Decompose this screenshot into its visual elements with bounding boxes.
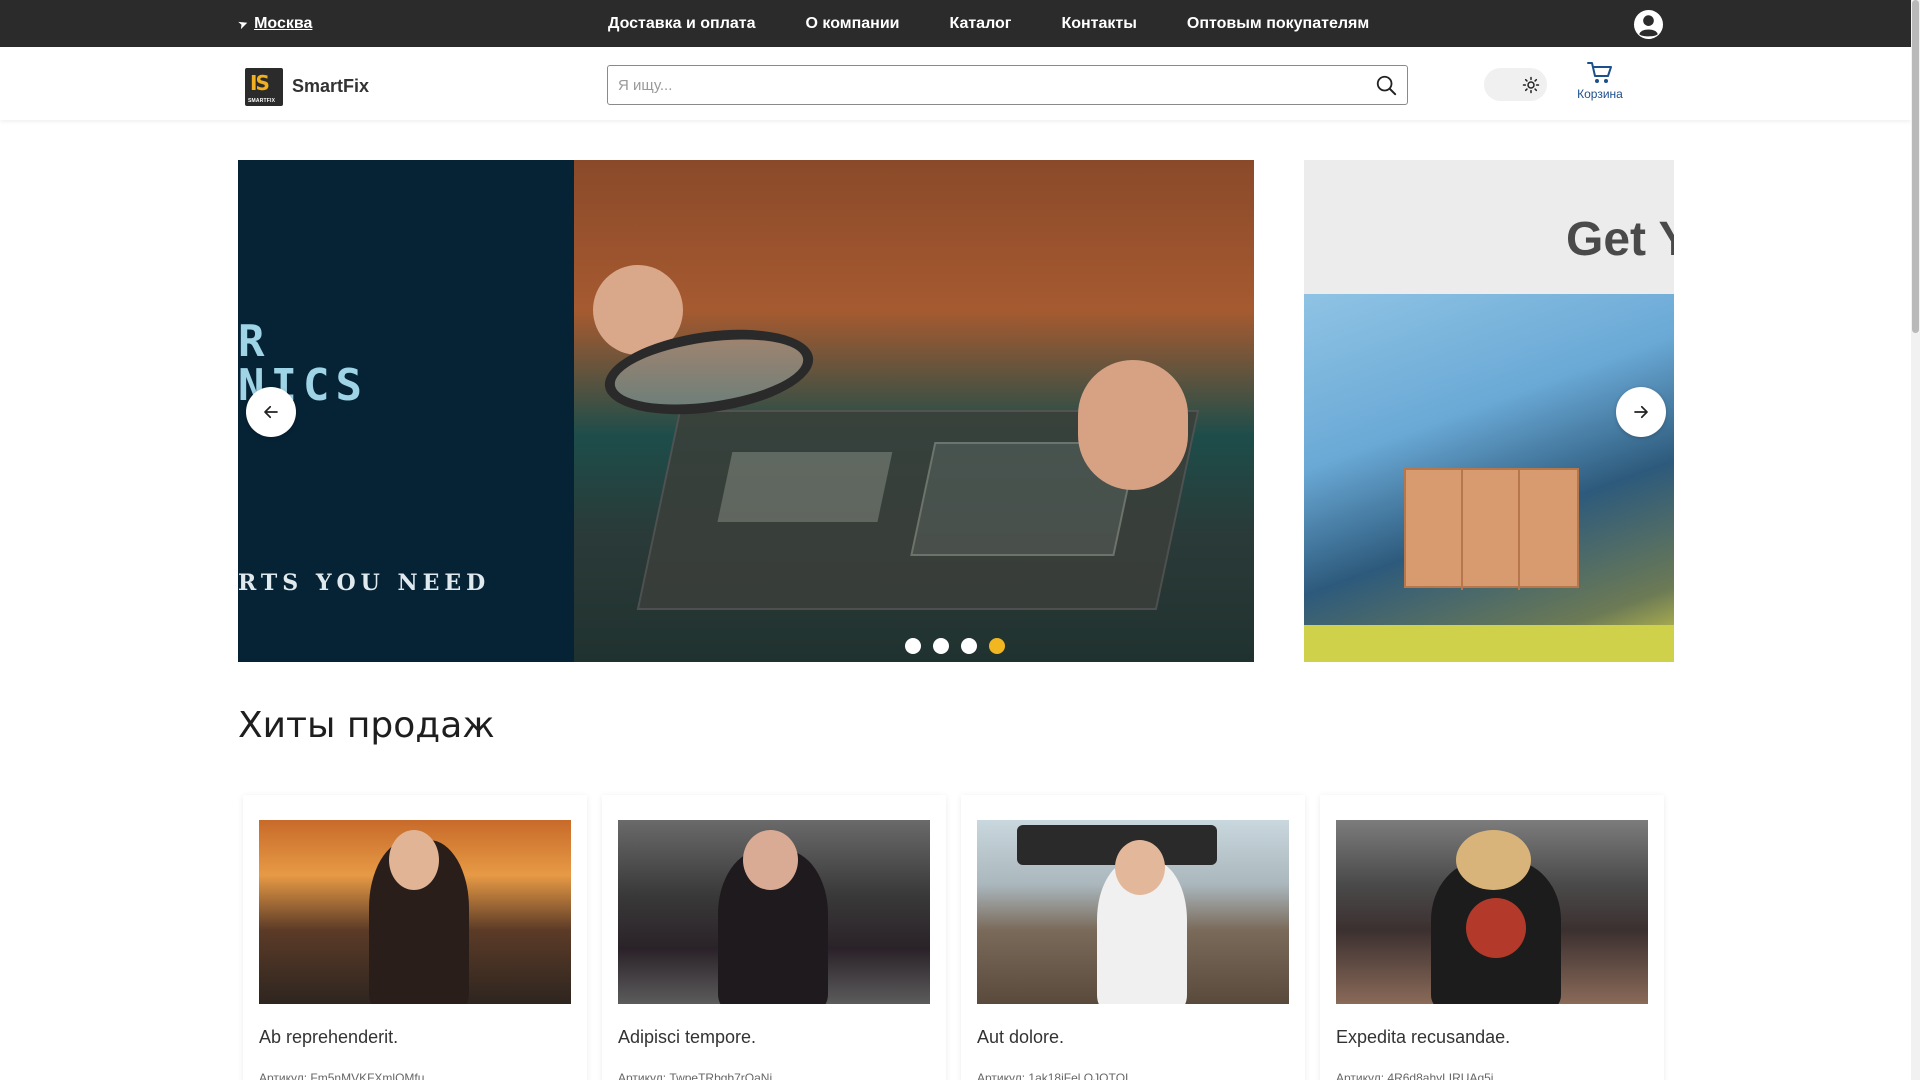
slider-dot-3[interactable] bbox=[961, 638, 977, 654]
product-title[interactable]: Ab reprehenderit. bbox=[259, 1027, 398, 1048]
search-box bbox=[607, 65, 1408, 105]
arrow-right-icon bbox=[1634, 405, 1648, 419]
product-card[interactable]: Expedita recusandae. Артикул: 4R6d8ahyLI… bbox=[1320, 795, 1664, 1080]
brand-name[interactable]: SmartFix bbox=[292, 76, 369, 97]
slide-next-chip bbox=[1404, 468, 1579, 590]
city-selector[interactable]: ➤ Москва bbox=[235, 0, 312, 47]
nav-about-company[interactable]: О компании bbox=[806, 15, 900, 33]
location-arrow-icon: ➤ bbox=[235, 15, 251, 32]
slider-dot-1[interactable] bbox=[905, 638, 921, 654]
slider-prev-button[interactable] bbox=[246, 387, 296, 437]
product-image[interactable] bbox=[618, 820, 930, 1004]
top-navigation: Доставка и оплата О компании Каталог Кон… bbox=[608, 0, 1419, 47]
cart-label: Корзина bbox=[1577, 87, 1623, 101]
product-title[interactable]: Adipisci tempore. bbox=[618, 1027, 756, 1048]
product-image[interactable] bbox=[977, 820, 1289, 1004]
nav-delivery-payment[interactable]: Доставка и оплата bbox=[608, 15, 756, 33]
city-name[interactable]: Москва bbox=[254, 15, 312, 33]
search-input[interactable] bbox=[618, 66, 1338, 104]
slider-dot-4[interactable] bbox=[989, 638, 1005, 654]
product-image[interactable] bbox=[1336, 820, 1648, 1004]
product-title[interactable]: Aut dolore. bbox=[977, 1027, 1064, 1048]
user-account-icon[interactable] bbox=[1633, 9, 1664, 40]
site-header: IS SMARTFIX SmartFix Я ищу... Корзина bbox=[0, 47, 1911, 120]
section-title-bestsellers: Хиты продаж bbox=[238, 705, 495, 746]
product-sku: Артикул: Fm5nMVKFXmlQMfu bbox=[259, 1071, 425, 1080]
product-title[interactable]: Expedita recusandae. bbox=[1336, 1027, 1510, 1048]
sun-icon bbox=[1522, 76, 1539, 93]
arrow-left-icon bbox=[264, 405, 278, 419]
scrollbar-thumb[interactable] bbox=[1912, 0, 1919, 333]
product-image[interactable] bbox=[259, 820, 571, 1004]
slide-next-headline: Get Y bbox=[1566, 213, 1674, 266]
slider-pagination bbox=[905, 638, 1017, 654]
slider-next-button[interactable] bbox=[1616, 387, 1666, 437]
nav-catalog[interactable]: Каталог bbox=[949, 15, 1011, 33]
product-sku: Артикул: 1ak18jFel QJOTQL bbox=[977, 1071, 1132, 1080]
product-card[interactable]: Aut dolore. Артикул: 1ak18jFel QJOTQL bbox=[961, 795, 1305, 1080]
slide-hand-right bbox=[1078, 360, 1188, 490]
slide-next-stripe bbox=[1304, 625, 1674, 662]
page-scrollbar[interactable] bbox=[1911, 0, 1920, 1080]
slide-current[interactable]: R NICS RTS YOU NEED bbox=[238, 160, 1254, 662]
product-sku: Артикул: 4R6d8ahyLIRUAq5i bbox=[1336, 1071, 1494, 1080]
site-logo[interactable]: IS SMARTFIX bbox=[245, 68, 283, 106]
logo-mark: IS bbox=[250, 71, 270, 95]
hero-slider: R NICS RTS YOU NEED Get Y bbox=[238, 160, 1674, 662]
theme-toggle[interactable] bbox=[1484, 68, 1547, 101]
nav-wholesale[interactable]: Оптовым покупателям bbox=[1187, 15, 1369, 33]
shopping-cart-icon bbox=[1587, 62, 1612, 83]
logo-subtitle: SMARTFIX bbox=[248, 98, 276, 104]
slide-subheading: RTS YOU NEED bbox=[238, 570, 491, 596]
product-sku: Артикул: TwpeTRbgb7rQaNi bbox=[618, 1071, 773, 1080]
nav-contacts[interactable]: Контакты bbox=[1061, 15, 1136, 33]
theme-toggle-knob bbox=[1516, 70, 1545, 99]
product-card[interactable]: Ab reprehenderit. Артикул: Fm5nMVKFXmlQM… bbox=[243, 795, 587, 1080]
top-bar: ➤ Москва Доставка и оплата О компании Ка… bbox=[0, 0, 1911, 47]
slider-dot-2[interactable] bbox=[933, 638, 949, 654]
search-icon[interactable] bbox=[1375, 74, 1397, 96]
cart-button[interactable]: Корзина bbox=[1565, 61, 1635, 101]
product-card[interactable]: Adipisci tempore. Артикул: TwpeTRbgb7rQa… bbox=[602, 795, 946, 1080]
